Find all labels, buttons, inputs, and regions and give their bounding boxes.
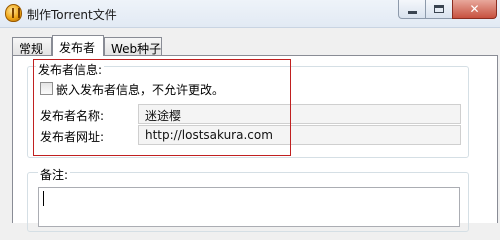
app-icon <box>5 4 22 22</box>
notes-title: 备注: <box>38 166 71 183</box>
tab-general[interactable]: 常规 <box>12 37 52 56</box>
notes-textarea[interactable] <box>38 187 460 227</box>
minimize-icon <box>407 10 417 14</box>
maximize-button[interactable] <box>425 0 453 19</box>
close-icon: ✕ <box>469 2 480 16</box>
tab-publisher[interactable]: 发布者 <box>52 35 104 56</box>
text-caret <box>43 191 44 206</box>
highlight-annotation-box <box>33 59 291 156</box>
maximize-icon <box>434 5 444 13</box>
close-button[interactable]: ✕ <box>452 0 497 19</box>
window-title: 制作Torrent文件 <box>27 8 117 22</box>
tab-web-seed[interactable]: Web种子 <box>104 37 162 56</box>
minimize-button[interactable] <box>398 0 426 19</box>
